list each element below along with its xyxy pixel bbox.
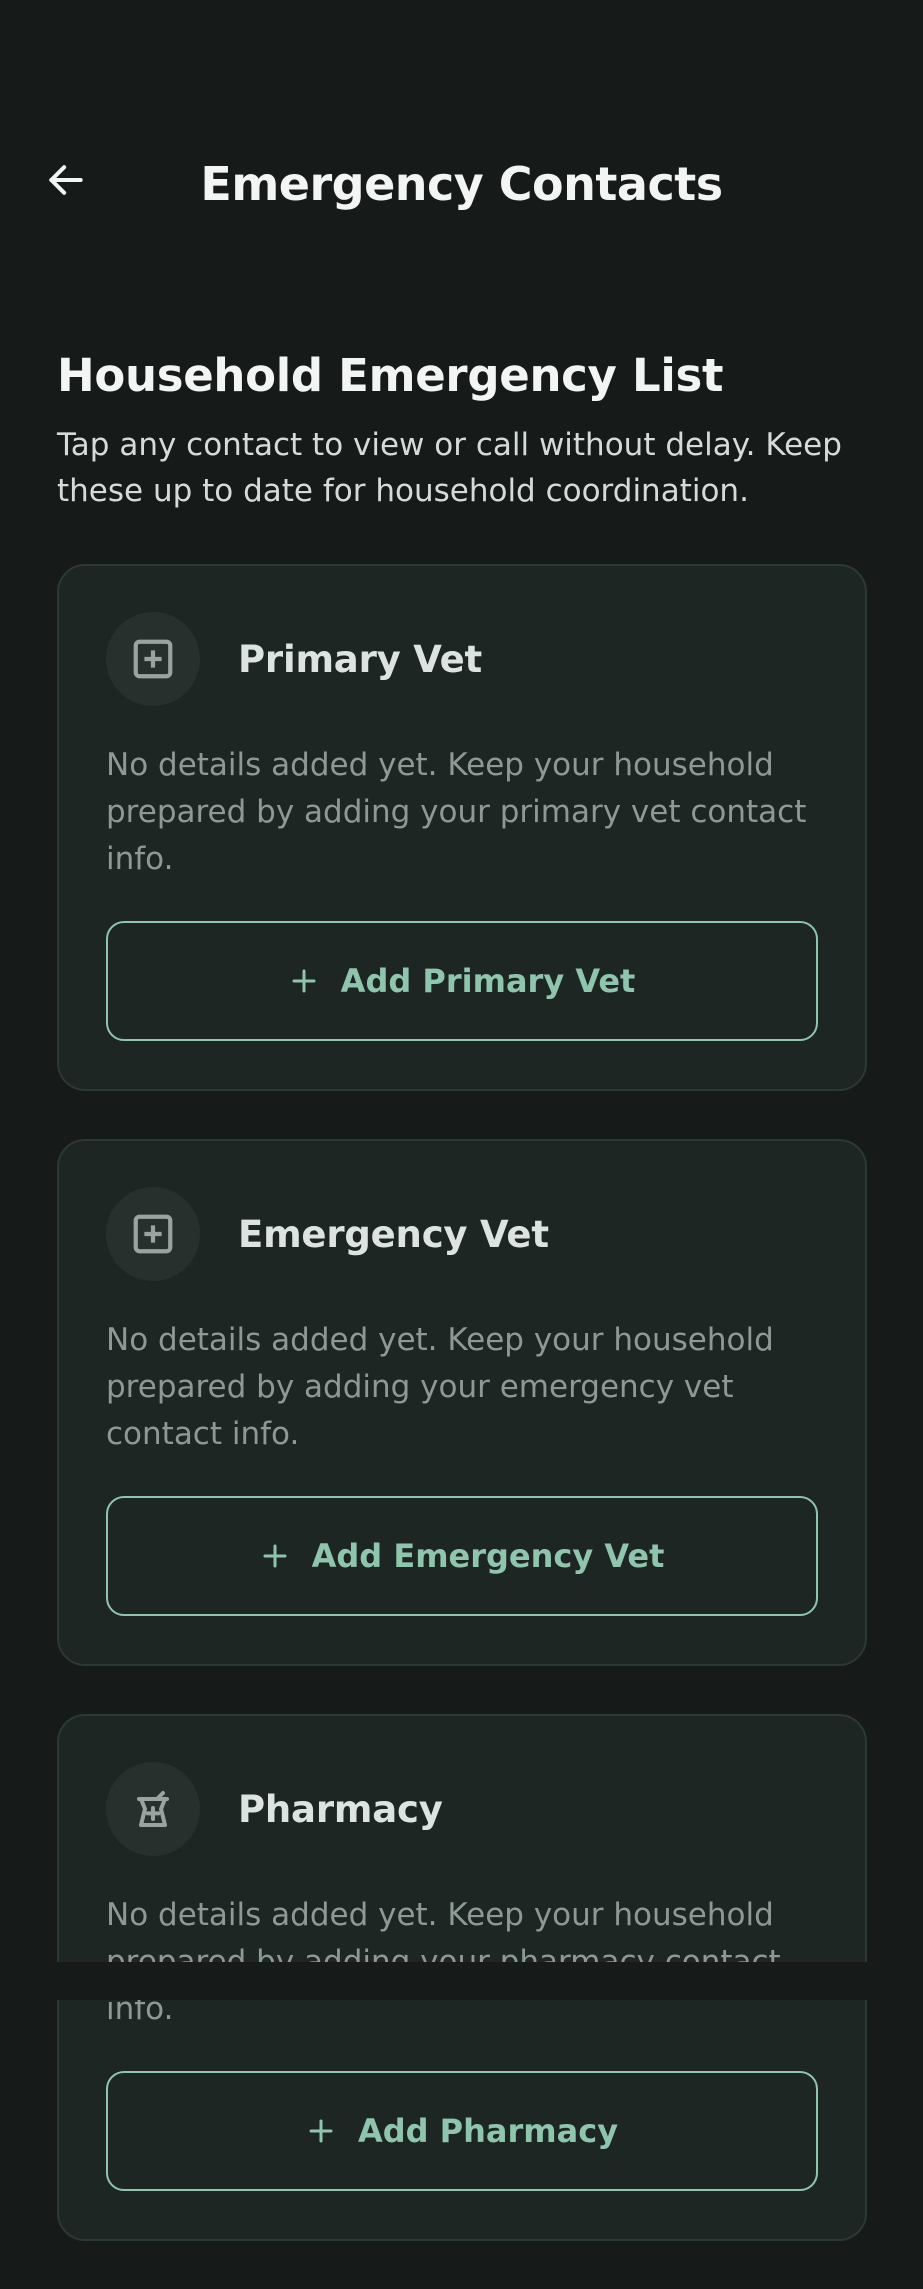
- bottom-edge: [0, 1962, 923, 2000]
- contact-card-emergency-vet[interactable]: Emergency Vet No details added yet. Keep…: [57, 1139, 867, 1666]
- page-title: Emergency Contacts: [200, 157, 723, 211]
- card-description: No details added yet. Keep your househol…: [106, 1322, 774, 1452]
- icon-badge: [106, 612, 200, 706]
- icon-badge: [106, 1187, 200, 1281]
- card-title: Emergency Vet: [238, 1212, 549, 1256]
- medical-cross-square-icon: [133, 639, 173, 679]
- pharmacy-jar-icon: [137, 1791, 169, 1827]
- card-title: Pharmacy: [238, 1787, 443, 1831]
- button-label: Add Emergency Vet: [311, 1537, 665, 1575]
- card-header: Primary Vet: [106, 612, 818, 706]
- plus-icon: [289, 966, 319, 996]
- contact-card-primary-vet[interactable]: Primary Vet No details added yet. Keep y…: [57, 564, 867, 1091]
- button-label: Add Pharmacy: [357, 2112, 619, 2150]
- card-header: Emergency Vet: [106, 1187, 818, 1281]
- icon-badge: [106, 1762, 200, 1856]
- button-label: Add Primary Vet: [340, 962, 636, 1000]
- medical-cross-square-icon: [133, 1214, 173, 1254]
- plus-icon: [260, 1541, 290, 1571]
- section-description: Tap any contact to view or call without …: [57, 427, 842, 509]
- add-pharmacy-button[interactable]: Add Pharmacy: [106, 2071, 818, 2191]
- add-emergency-vet-button[interactable]: Add Emergency Vet: [106, 1496, 818, 1616]
- card-header: Pharmacy: [106, 1762, 818, 1856]
- card-description: No details added yet. Keep your househol…: [106, 747, 807, 877]
- card-title: Primary Vet: [238, 637, 483, 681]
- section-heading: Household Emergency List: [57, 349, 724, 402]
- app-bar: Emergency Contacts: [0, 0, 923, 290]
- add-primary-vet-button[interactable]: Add Primary Vet: [106, 921, 818, 1041]
- plus-icon: [306, 2116, 336, 2146]
